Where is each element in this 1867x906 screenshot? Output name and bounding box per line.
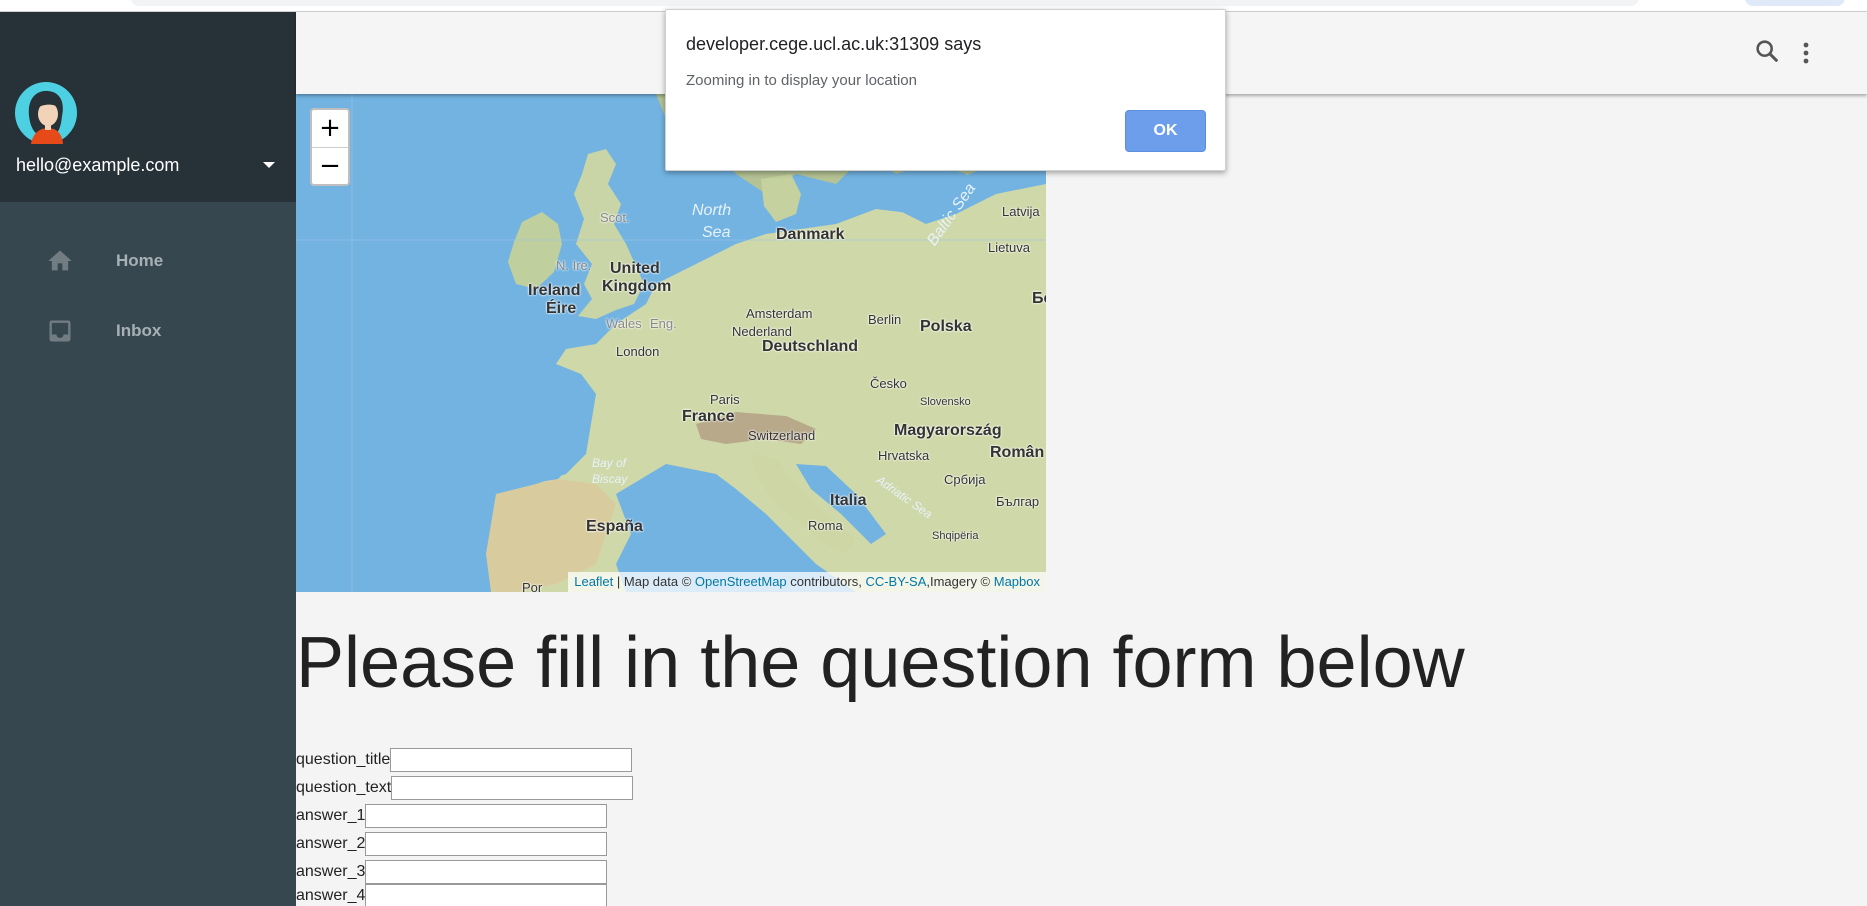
map-label-por: Por — [522, 580, 543, 592]
map-label-paris: Paris — [710, 392, 740, 407]
field-label: question_text — [296, 779, 392, 796]
map-attribution: Leaflet | Map data © OpenStreetMap contr… — [568, 572, 1046, 592]
leaflet-link[interactable]: Leaflet — [574, 574, 613, 589]
account-switcher[interactable]: hello@example.com — [16, 150, 281, 180]
map-label-be: Бе — [1032, 290, 1046, 307]
map-label-wales: Wales — [606, 316, 642, 331]
map-label-espana: España — [586, 518, 643, 535]
navigation-drawer: hello@example.com Home Inbox — [0, 12, 296, 906]
zoom-control: + − — [310, 108, 350, 186]
alert-dialog: developer.cege.ucl.ac.uk:31309 says Zoom… — [665, 9, 1226, 171]
field-label: answer_2 — [296, 835, 366, 852]
page-title: Please fill in the question form below — [296, 623, 1465, 703]
attribution-text: | Map data © — [613, 574, 695, 589]
drawer-nav: Home Inbox — [0, 226, 296, 366]
answer-3-input[interactable] — [365, 860, 608, 884]
attribution-text: ,Imagery © — [926, 574, 994, 589]
form-row-answer-1: answer_1 — [296, 802, 608, 830]
mapbox-link[interactable]: Mapbox — [994, 574, 1040, 589]
map-label-lietuva: Lietuva — [988, 240, 1030, 255]
alert-title: developer.cege.ucl.ac.uk:31309 says — [686, 34, 982, 54]
inbox-icon — [49, 320, 71, 342]
arrow-drop-down-icon[interactable] — [257, 153, 281, 177]
question-title-input[interactable] — [390, 748, 633, 772]
map-label-srbija: Србија — [944, 472, 986, 487]
map-label-biscay: Biscay — [592, 472, 628, 486]
zoom-out-button[interactable]: − — [312, 148, 348, 185]
map-label-berlin: Berlin — [868, 312, 902, 327]
sidebar-item-label: Inbox — [116, 321, 162, 340]
map-label-united: United — [610, 260, 660, 277]
form-row-answer-3: answer_3 — [296, 858, 608, 886]
home-icon — [48, 250, 72, 271]
openstreetmap-link[interactable]: OpenStreetMap — [695, 574, 787, 589]
map-label-danmark: Danmark — [776, 226, 845, 243]
map-label-scot: Scot. — [600, 210, 630, 225]
form-row-question-text: question_text — [296, 774, 634, 802]
sidebar-item-label: Home — [116, 251, 164, 270]
attribution-text: contributors, — [786, 574, 866, 589]
license-link[interactable]: CC-BY-SA — [865, 574, 926, 589]
field-label: answer_3 — [296, 863, 366, 880]
map-label-kingdom: Kingdom — [602, 278, 672, 295]
form-row-question-title: question_title — [296, 746, 633, 774]
map-label-eire: Éire — [546, 300, 577, 317]
map-label-eng: Eng. — [650, 316, 677, 331]
map-label-nederland: Nederland — [732, 324, 792, 339]
account-email: hello@example.com — [16, 154, 180, 175]
search-icon[interactable] — [1753, 37, 1781, 65]
map-label-roman: Român — [990, 444, 1045, 461]
drawer-header: hello@example.com — [0, 12, 296, 202]
alert-message: Zooming in to display your location — [686, 72, 917, 89]
map-label-shqiperia: Shqipëria — [932, 530, 979, 542]
form-row-answer-2: answer_2 — [296, 830, 608, 858]
zoom-in-button[interactable]: + — [312, 110, 348, 148]
map-label-london: London — [616, 344, 660, 359]
map-label-n-ire: N. Ire. — [556, 258, 592, 273]
answer-1-input[interactable] — [365, 804, 608, 828]
map-label-magyarorszag: Magyarország — [894, 422, 1002, 439]
map-label-cesko: Česko — [870, 376, 907, 391]
map-label-ireland: Ireland — [528, 282, 581, 299]
answer-4-input[interactable] — [365, 884, 608, 906]
map-label-italia: Italia — [830, 492, 867, 509]
form-row-answer-4: answer_4 — [296, 884, 608, 906]
map-label-balgar: Българ — [996, 494, 1040, 509]
profile-button[interactable] — [1745, 0, 1845, 6]
sidebar-item-inbox[interactable]: Inbox — [0, 296, 296, 366]
map-label-roma: Roma — [808, 518, 843, 533]
sidebar-item-home[interactable]: Home — [0, 226, 296, 296]
map-label-bay-of: Bay of — [592, 456, 627, 470]
map-label-latvija: Latvija — [1002, 204, 1040, 219]
address-bar[interactable] — [130, 0, 1640, 6]
ok-button[interactable]: OK — [1125, 110, 1206, 152]
map-label-deutschland: Deutschland — [762, 338, 859, 355]
more-vert-icon[interactable] — [1794, 39, 1818, 67]
question-text-input[interactable] — [391, 776, 634, 800]
answer-2-input[interactable] — [365, 832, 608, 856]
field-label: answer_4 — [296, 887, 366, 904]
map-label-hrvatska: Hrvatska — [878, 448, 930, 463]
map-label-north-sea: North — [692, 202, 732, 219]
map-label-amsterdam: Amsterdam — [746, 306, 813, 321]
map-label-france: France — [682, 408, 735, 425]
field-label: question_title — [296, 751, 391, 768]
field-label: answer_1 — [296, 807, 366, 824]
map-label-north-sea-2: Sea — [702, 224, 731, 241]
map-label-slovensko: Slovensko — [920, 396, 971, 408]
map-label-polska: Polska — [920, 318, 972, 335]
avatar — [15, 82, 77, 144]
map-label-switzerland: Switzerland — [748, 428, 816, 443]
